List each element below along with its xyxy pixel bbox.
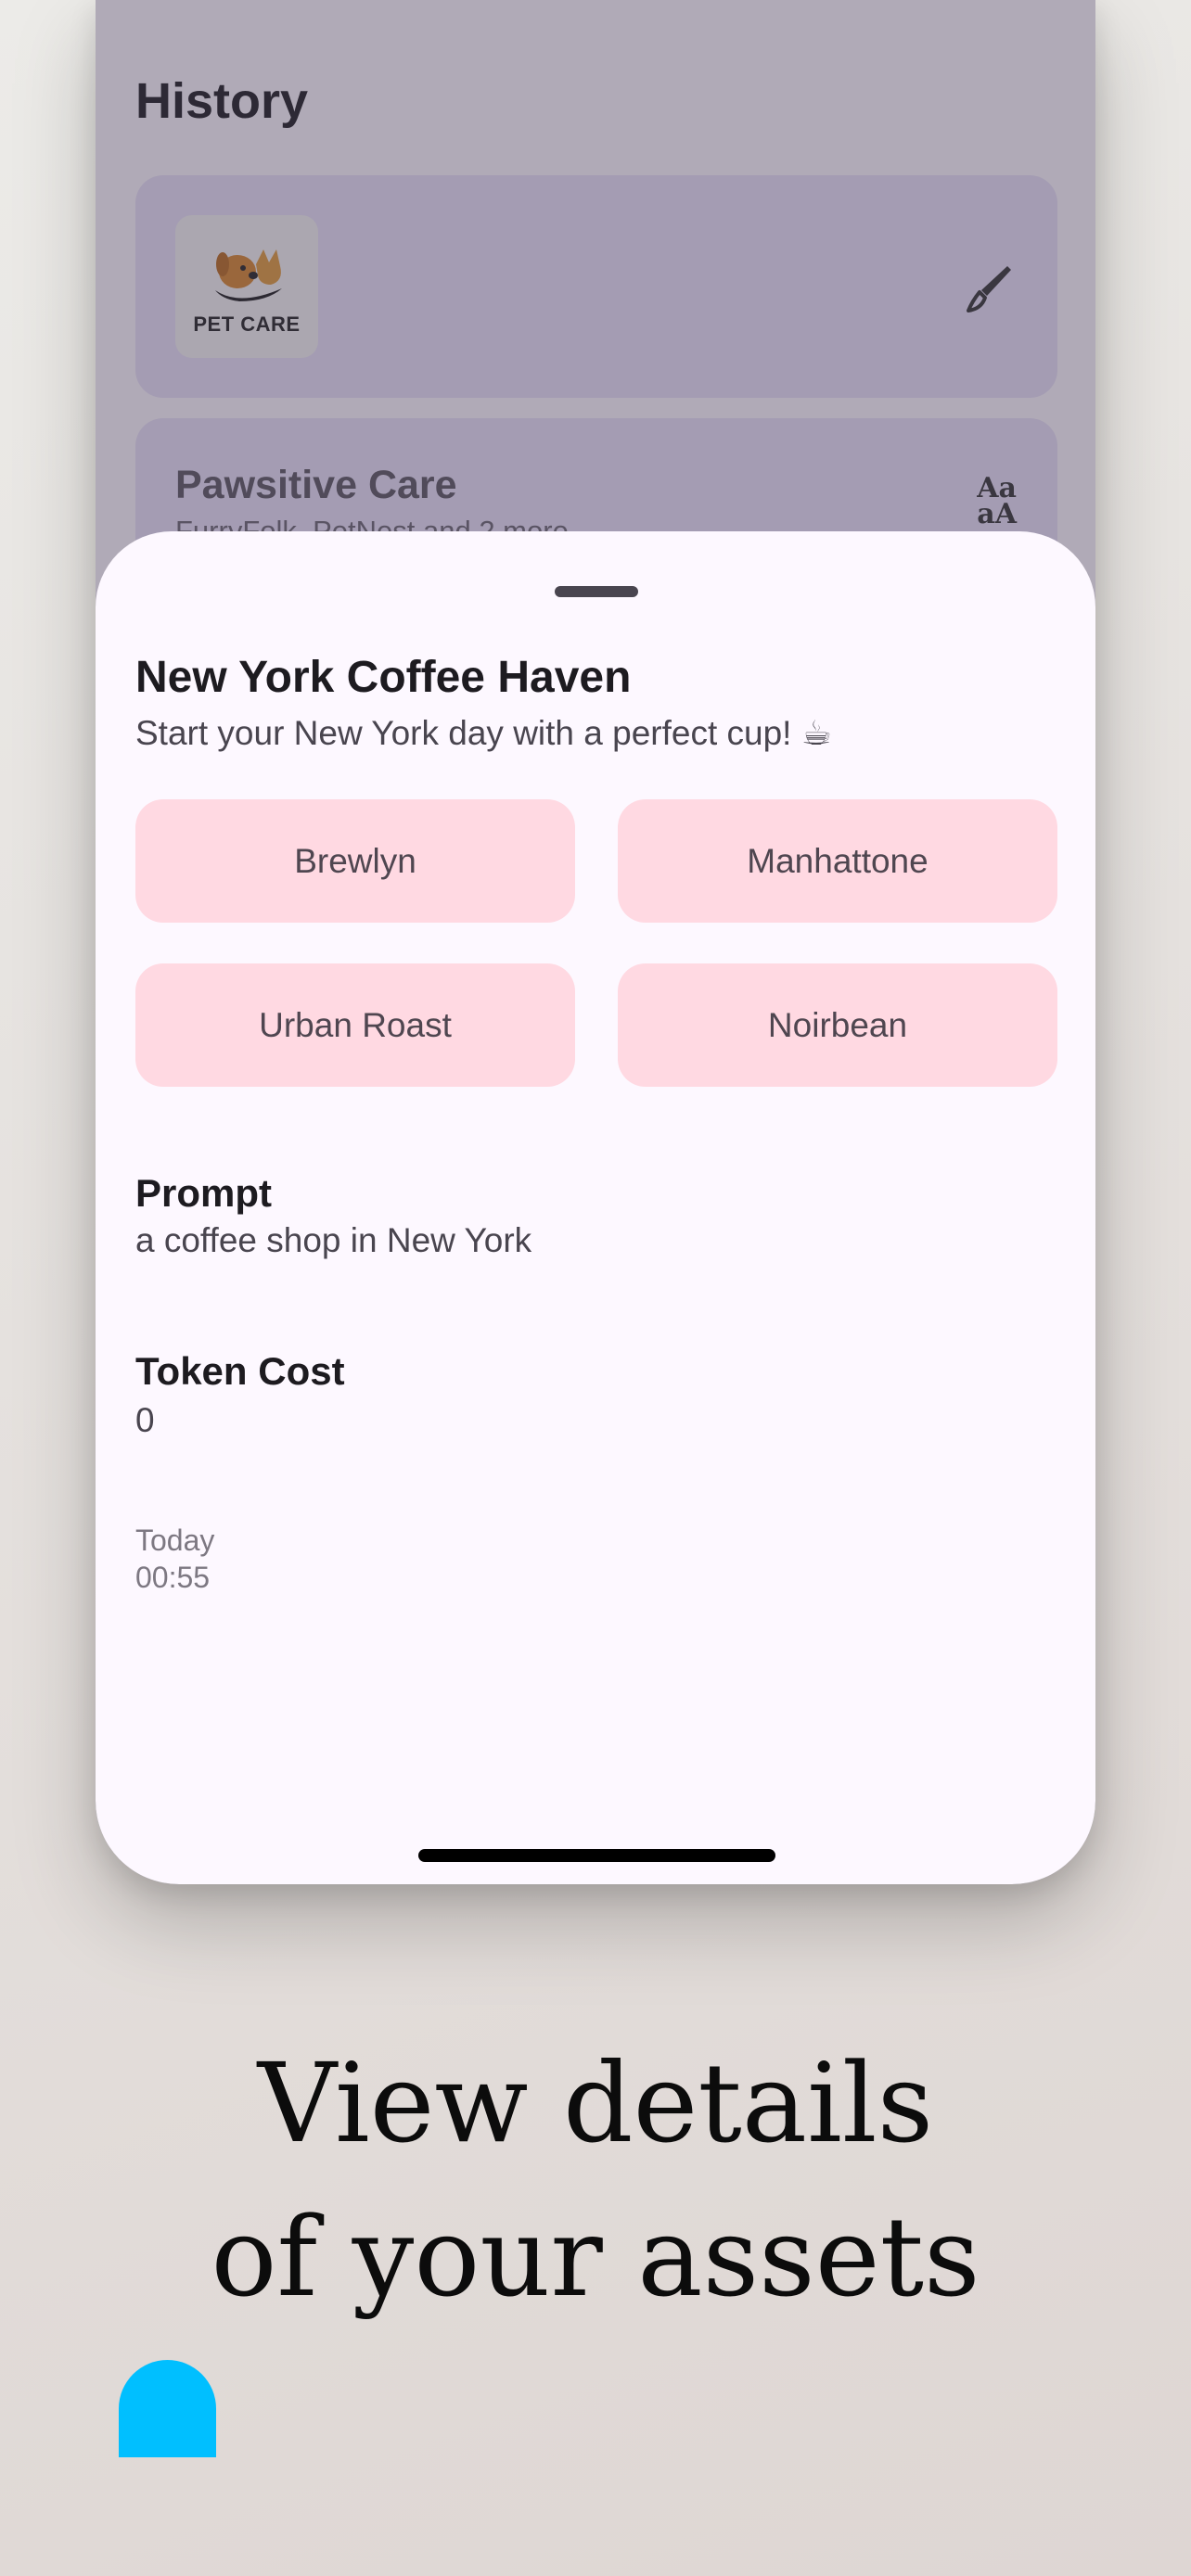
token-cost-value: 0 [135, 1401, 155, 1439]
home-indicator [418, 1849, 775, 1862]
timestamp-day: Today [135, 1524, 215, 1557]
name-chip-urban-roast[interactable]: Urban Roast [135, 963, 575, 1087]
name-chip-noirbean[interactable]: Noirbean [618, 963, 1057, 1087]
sheet-subtitle: Start your New York day with a perfect c… [135, 714, 832, 752]
timestamp-time: 00:55 [135, 1561, 211, 1594]
caption-line-1: View details [257, 2039, 934, 2167]
prompt-value: a coffee shop in New York [135, 1221, 532, 1259]
name-suggestions-grid: Brewlyn Manhattone Urban Roast Noirbean [135, 799, 1057, 1087]
prompt-label: Prompt [135, 1171, 272, 1215]
caption-line-2: of your assets [211, 2193, 980, 2321]
sheet-title: New York Coffee Haven [135, 653, 632, 702]
phone-frame: History PET CARE Pawsitive Care F [96, 0, 1095, 1884]
name-chip-manhattone[interactable]: Manhattone [618, 799, 1057, 923]
decorative-blob [119, 2360, 216, 2457]
marketing-caption: View details of your assets [0, 2026, 1191, 2334]
details-bottom-sheet: New York Coffee Haven Start your New Yor… [96, 531, 1095, 1884]
name-chip-brewlyn[interactable]: Brewlyn [135, 799, 575, 923]
token-cost-label: Token Cost [135, 1349, 345, 1393]
drag-handle[interactable] [555, 586, 638, 597]
